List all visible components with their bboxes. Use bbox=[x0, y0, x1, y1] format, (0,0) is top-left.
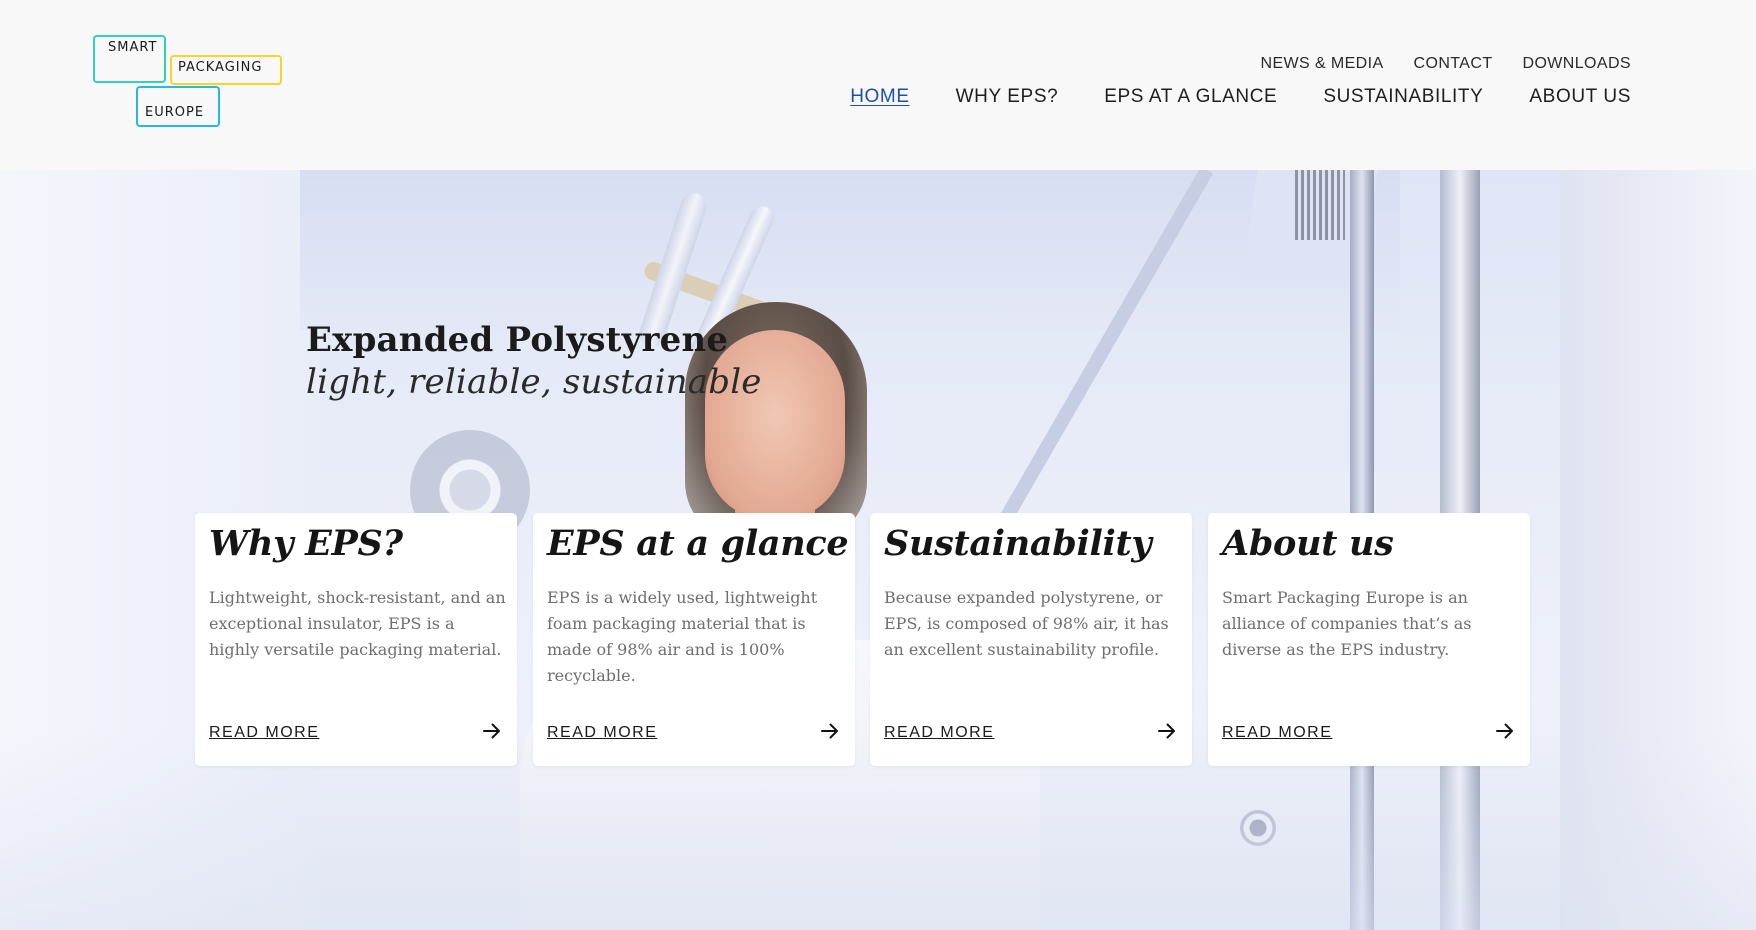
bg-vent-grill bbox=[1295, 170, 1345, 240]
read-more-link[interactable]: READ MORE bbox=[547, 724, 657, 742]
card-about-us[interactable]: About us Smart Packaging Europe is an al… bbox=[1208, 513, 1530, 766]
util-nav-contact[interactable]: CONTACT bbox=[1414, 55, 1493, 73]
main-nav-why-eps[interactable]: WHY EPS? bbox=[956, 86, 1059, 108]
logo-text-packaging: PACKAGING bbox=[178, 60, 263, 75]
arrow-right-icon[interactable] bbox=[819, 720, 841, 742]
main-nav: HOME WHY EPS? EPS AT A GLANCE SUSTAINABI… bbox=[850, 86, 1631, 108]
utility-nav: NEWS & MEDIA CONTACT DOWNLOADS bbox=[1261, 55, 1632, 73]
bg-ceiling bbox=[300, 170, 1400, 330]
arrow-right-icon[interactable] bbox=[1494, 720, 1516, 742]
arrow-right-icon[interactable] bbox=[481, 720, 503, 742]
card-title: EPS at a glance bbox=[547, 523, 849, 564]
logo-text-smart: SMART bbox=[108, 40, 158, 55]
site-header: SMART PACKAGING EUROPE NEWS & MEDIA CONT… bbox=[0, 0, 1756, 170]
main-nav-about-us[interactable]: ABOUT US bbox=[1529, 86, 1631, 108]
util-nav-downloads[interactable]: DOWNLOADS bbox=[1523, 55, 1632, 73]
read-more-link[interactable]: READ MORE bbox=[209, 724, 319, 742]
card-text: Lightweight, shock-resistant, and an exc… bbox=[209, 588, 506, 659]
arrow-right-icon[interactable] bbox=[1156, 720, 1178, 742]
card-eps-at-a-glance[interactable]: EPS at a glance EPS is a widely used, li… bbox=[533, 513, 855, 766]
site-logo[interactable]: SMART PACKAGING EUROPE bbox=[93, 33, 283, 128]
main-nav-eps-at-a-glance[interactable]: EPS AT A GLANCE bbox=[1104, 86, 1277, 108]
card-sustainability[interactable]: Sustainability Because expanded polystyr… bbox=[870, 513, 1192, 766]
card-text: EPS is a widely used, lightweight foam p… bbox=[547, 588, 818, 685]
main-nav-sustainability[interactable]: SUSTAINABILITY bbox=[1323, 86, 1483, 108]
hero-subtitle: light, reliable, sustainable bbox=[306, 362, 762, 402]
card-text: Smart Packaging Europe is an alliance of… bbox=[1222, 588, 1472, 659]
card-title: Why EPS? bbox=[209, 523, 403, 564]
card-title: Sustainability bbox=[884, 523, 1152, 564]
card-text: Because expanded polystyrene, or EPS, is… bbox=[884, 588, 1169, 659]
util-nav-news-media[interactable]: NEWS & MEDIA bbox=[1261, 55, 1384, 73]
card-title: About us bbox=[1222, 523, 1394, 564]
read-more-link[interactable]: READ MORE bbox=[884, 724, 994, 742]
logo-text-europe: EUROPE bbox=[145, 105, 205, 120]
hero-title: Expanded Polystyrene bbox=[306, 320, 729, 360]
card-why-eps[interactable]: Why EPS? Lightweight, shock-resistant, a… bbox=[195, 513, 517, 766]
read-more-link[interactable]: READ MORE bbox=[1222, 724, 1332, 742]
main-nav-home[interactable]: HOME bbox=[850, 86, 909, 108]
hero-section: Expanded Polystyrene light, reliable, su… bbox=[0, 170, 1756, 930]
